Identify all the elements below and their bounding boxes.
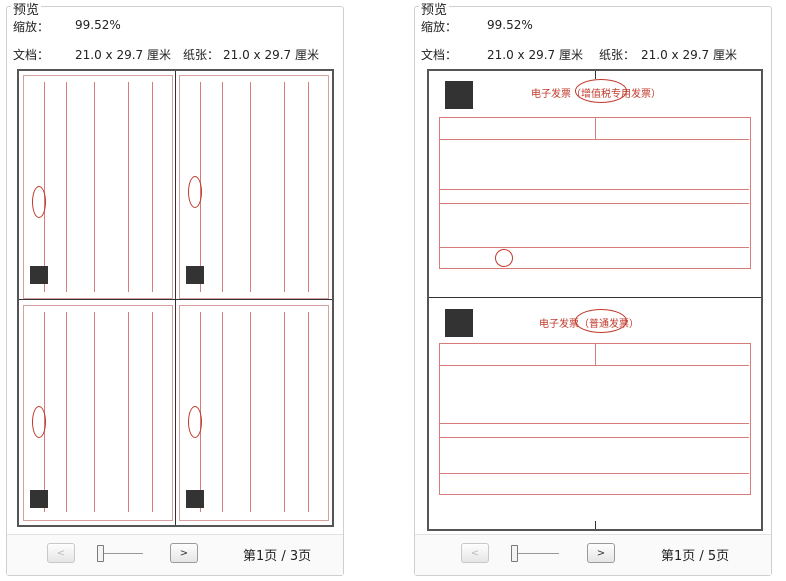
page-indicator: 第1页 / 3页: [243, 549, 312, 564]
invoice-thumbnail: [23, 305, 173, 521]
qr-code-icon: [445, 81, 473, 109]
next-page-button[interactable]: >: [587, 543, 615, 563]
page-indicator: 第1页 / 5页: [661, 549, 730, 564]
prev-page-button[interactable]: <: [47, 543, 75, 563]
invoice-thumbnail: [179, 305, 329, 521]
zoom-value: 99.52%: [487, 18, 533, 32]
panel-title: 预览: [11, 0, 42, 18]
page-preview[interactable]: [17, 69, 334, 527]
zoom-label: 缩放：: [13, 20, 50, 34]
paper-label: 纸张：: [183, 48, 220, 62]
left-preview-panel: 预览 缩放： 99.52% 文档： 21.0 x 29.7 厘米 纸张： 21.…: [6, 0, 344, 576]
invoice-thumbnail: 电子发票（普通发票）: [435, 303, 753, 523]
cut-line: [175, 71, 176, 525]
zoom-value: 99.52%: [75, 18, 121, 32]
invoice-thumbnail: [179, 75, 329, 299]
pager-bar: < > 第1页 / 5页: [415, 534, 771, 575]
cut-mark: [595, 521, 596, 529]
page-slider-thumb[interactable]: [511, 545, 518, 562]
page-slider-track[interactable]: [99, 553, 143, 554]
prev-page-button[interactable]: <: [461, 543, 489, 563]
doc-size-value: 21.0 x 29.7 厘米: [487, 48, 583, 62]
cut-line: [429, 297, 761, 298]
paper-label: 纸张：: [599, 48, 636, 62]
zoom-label: 缩放：: [421, 20, 458, 34]
page-preview[interactable]: 电子发票（增值税专用发票） 电子发票（普通发票）: [427, 69, 763, 531]
pager-bar: < > 第1页 / 3页: [7, 534, 343, 575]
next-page-button[interactable]: >: [170, 543, 198, 563]
panel-title: 预览: [419, 0, 450, 18]
invoice-thumbnail: [23, 75, 173, 299]
paper-size-value: 21.0 x 29.7 厘米: [641, 48, 737, 62]
cut-mark: [595, 71, 596, 79]
doc-label: 文档：: [421, 48, 458, 62]
seal-stamp: [575, 79, 627, 103]
seal-stamp: [575, 309, 627, 333]
page-slider-thumb[interactable]: [97, 545, 104, 562]
right-preview-panel: 预览 缩放： 99.52% 文档： 21.0 x 29.7 厘米 纸张： 21.…: [414, 0, 772, 576]
invoice-thumbnail: 电子发票（增值税专用发票）: [435, 77, 753, 289]
qr-code-icon: [445, 309, 473, 337]
page-slider-track[interactable]: [513, 553, 559, 554]
doc-label: 文档：: [13, 48, 50, 62]
paper-size-value: 21.0 x 29.7 厘米: [223, 48, 319, 62]
doc-size-value: 21.0 x 29.7 厘米: [75, 48, 171, 62]
